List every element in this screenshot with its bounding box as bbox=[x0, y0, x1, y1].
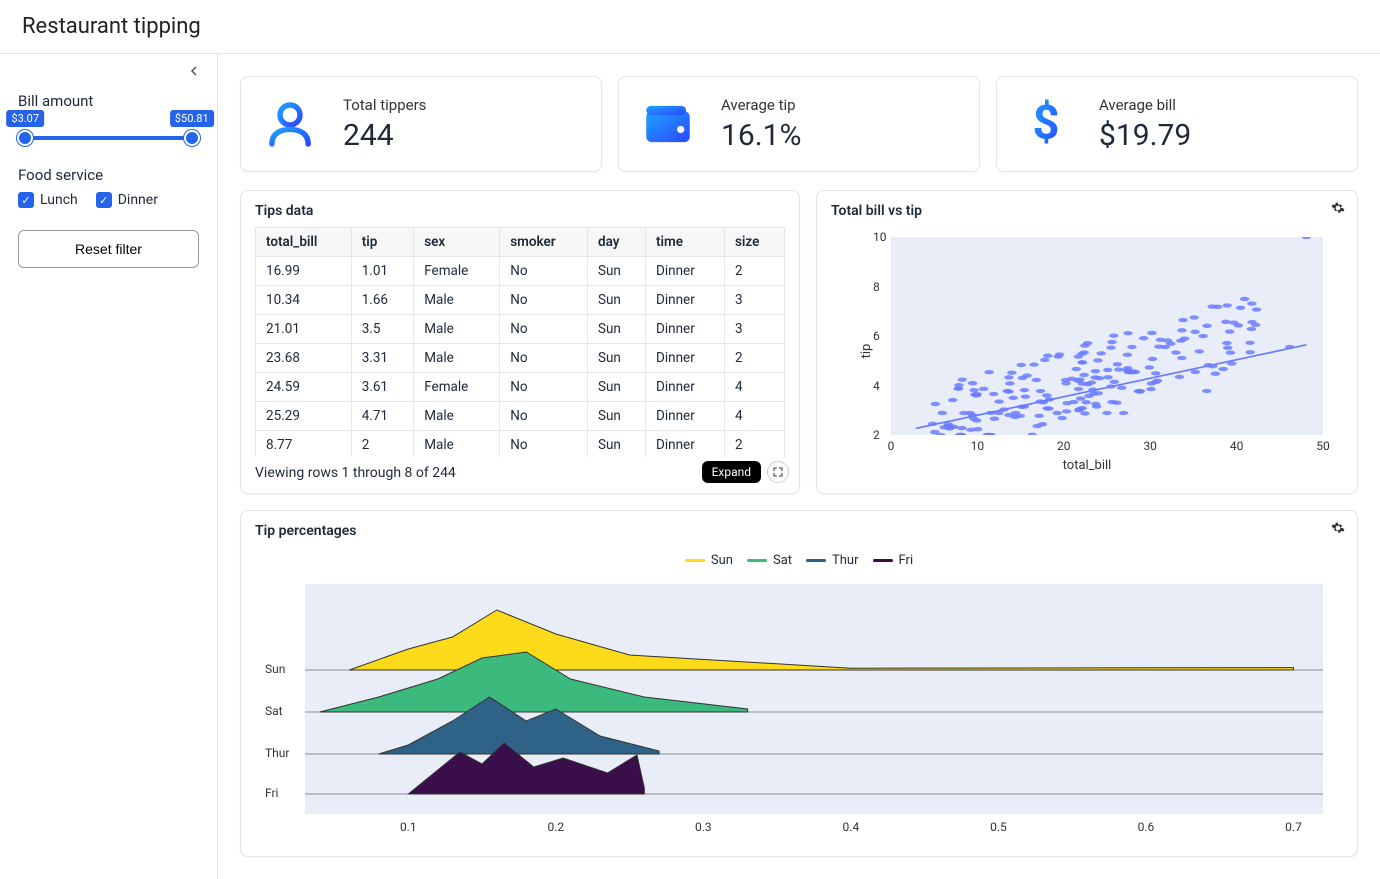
y-tick: 4 bbox=[873, 379, 880, 393]
scatter-plot[interactable]: tip total_bill 0 10 20 30 40 50 2 4 6 8 10 bbox=[831, 227, 1343, 475]
checkmark-icon: ✓ bbox=[96, 192, 112, 208]
table-row: 25.294.71MaleNoSunDinner4 bbox=[256, 402, 785, 431]
main-content: Total tippers 244 Average tip 16.1% bbox=[218, 54, 1380, 879]
expand-icon bbox=[773, 467, 783, 477]
legend-label: Sun bbox=[711, 553, 733, 568]
scatter-settings-button[interactable] bbox=[1331, 201, 1345, 219]
expand-button[interactable] bbox=[767, 461, 789, 483]
x-tick: 0 bbox=[888, 439, 895, 453]
ridge-title: Tip percentages bbox=[255, 523, 1343, 539]
x-tick: 0.6 bbox=[1138, 820, 1155, 834]
lunch-label: Lunch bbox=[40, 192, 78, 208]
legend-swatch bbox=[685, 559, 705, 562]
table-row: 24.593.61FemaleNoSunDinner4 bbox=[256, 373, 785, 402]
ridge-row-label: Thur bbox=[265, 746, 289, 760]
legend-label: Sat bbox=[773, 553, 792, 568]
lunch-checkbox[interactable]: ✓ Lunch bbox=[18, 192, 78, 208]
kpi-avgtip-label: Average tip bbox=[721, 96, 801, 114]
table-row: 10.341.66MaleNoSunDinner3 bbox=[256, 286, 785, 315]
table-header: day bbox=[587, 228, 645, 257]
legend-swatch bbox=[806, 559, 826, 562]
legend-item: Thur bbox=[806, 553, 859, 568]
x-tick: 10 bbox=[971, 439, 985, 453]
legend-item: Sat bbox=[747, 553, 792, 568]
chevron-left-icon bbox=[189, 66, 199, 76]
dinner-label: Dinner bbox=[118, 192, 158, 208]
checkmark-icon: ✓ bbox=[18, 192, 34, 208]
x-tick: 0.5 bbox=[990, 820, 1007, 834]
reset-filter-button[interactable]: Reset filter bbox=[18, 230, 199, 268]
dollar-icon: $ bbox=[1017, 95, 1075, 153]
x-tick: 40 bbox=[1230, 439, 1244, 453]
bill-amount-slider[interactable]: $3.07 $50.81 bbox=[18, 136, 199, 140]
y-tick: 10 bbox=[873, 230, 887, 244]
table-row: 16.991.01FemaleNoSunDinner2 bbox=[256, 257, 785, 286]
legend-label: Fri bbox=[899, 553, 914, 568]
table-header: total_bill bbox=[256, 228, 352, 257]
ridge-plot[interactable]: Sun Sat Thur Fri 0.1 0.2 0.3 0.4 0.5 0.6 0.7 bbox=[255, 574, 1343, 844]
food-service-label: Food service bbox=[18, 166, 199, 184]
table-row: 23.683.31MaleNoSunDinner2 bbox=[256, 344, 785, 373]
kpi-total-tippers: Total tippers 244 bbox=[240, 76, 602, 172]
x-tick: 0.7 bbox=[1285, 820, 1302, 834]
ridge-legend: Sun Sat Thur Fri bbox=[255, 547, 1343, 574]
kpi-avgbill-label: Average bill bbox=[1099, 96, 1191, 114]
kpi-average-bill: $ Average bill $19.79 bbox=[996, 76, 1358, 172]
tips-data-card: Tips data total_billtipsexsmokerdaytimes… bbox=[240, 190, 800, 494]
legend-item: Sun bbox=[685, 553, 733, 568]
ridge-row-label: Sun bbox=[265, 662, 285, 676]
ridge-settings-button[interactable] bbox=[1331, 521, 1345, 539]
table-header: size bbox=[724, 228, 784, 257]
slider-max-badge: $50.81 bbox=[170, 110, 214, 127]
table-header: smoker bbox=[500, 228, 588, 257]
scatter-ylabel: tip bbox=[859, 344, 874, 359]
table-header: tip bbox=[351, 228, 414, 257]
ridge-row-label: Fri bbox=[265, 786, 278, 800]
table-header: time bbox=[645, 228, 724, 257]
legend-label: Thur bbox=[832, 553, 859, 568]
x-tick: 0.1 bbox=[400, 820, 417, 834]
x-tick: 30 bbox=[1143, 439, 1157, 453]
slider-thumb-min[interactable] bbox=[17, 130, 33, 146]
table-row: 8.772MaleNoSunDinner2 bbox=[256, 431, 785, 458]
expand-tooltip: Expand bbox=[702, 461, 761, 483]
tips-table: total_billtipsexsmokerdaytimesize 16.991… bbox=[255, 227, 785, 457]
gear-icon bbox=[1331, 201, 1345, 215]
sidebar-collapse-button[interactable] bbox=[183, 60, 205, 82]
wallet-icon bbox=[639, 95, 697, 153]
kpi-average-tip: Average tip 16.1% bbox=[618, 76, 980, 172]
y-tick: 6 bbox=[873, 329, 880, 343]
legend-item: Fri bbox=[873, 553, 914, 568]
y-tick: 2 bbox=[873, 428, 880, 442]
x-tick: 0.4 bbox=[843, 820, 860, 834]
ridge-card: Tip percentages Sun Sat Thur Fri Sun Sat Thur… bbox=[240, 510, 1358, 857]
y-tick: 8 bbox=[873, 280, 880, 294]
legend-swatch bbox=[873, 559, 893, 562]
tips-data-title: Tips data bbox=[255, 203, 785, 219]
kpi-avgbill-value: $19.79 bbox=[1099, 118, 1191, 153]
kpi-tippers-label: Total tippers bbox=[343, 96, 426, 114]
scatter-card: Total bill vs tip tip total_bill 0 10 20 30… bbox=[816, 190, 1358, 494]
x-tick: 0.3 bbox=[695, 820, 712, 834]
table-row: 21.013.5MaleNoSunDinner3 bbox=[256, 315, 785, 344]
dinner-checkbox[interactable]: ✓ Dinner bbox=[96, 192, 158, 208]
bill-amount-label: Bill amount bbox=[18, 92, 199, 110]
kpi-tippers-value: 244 bbox=[343, 118, 426, 153]
x-tick: 20 bbox=[1057, 439, 1071, 453]
x-tick: 0.2 bbox=[547, 820, 564, 834]
table-header: sex bbox=[414, 228, 500, 257]
legend-swatch bbox=[747, 559, 767, 562]
sidebar: Bill amount $3.07 $50.81 Food service ✓ … bbox=[0, 54, 218, 879]
x-tick: 50 bbox=[1316, 439, 1330, 453]
scatter-title: Total bill vs tip bbox=[831, 203, 1343, 219]
page-title: Restaurant tipping bbox=[0, 0, 1380, 54]
slider-min-badge: $3.07 bbox=[6, 110, 44, 127]
person-icon bbox=[261, 95, 319, 153]
gear-icon bbox=[1331, 521, 1345, 535]
slider-thumb-max[interactable] bbox=[184, 130, 200, 146]
svg-text:$: $ bbox=[1032, 95, 1059, 151]
ridge-row-label: Sat bbox=[265, 704, 283, 718]
kpi-avgtip-value: 16.1% bbox=[721, 118, 801, 153]
scatter-xlabel: total_bill bbox=[1063, 458, 1112, 473]
